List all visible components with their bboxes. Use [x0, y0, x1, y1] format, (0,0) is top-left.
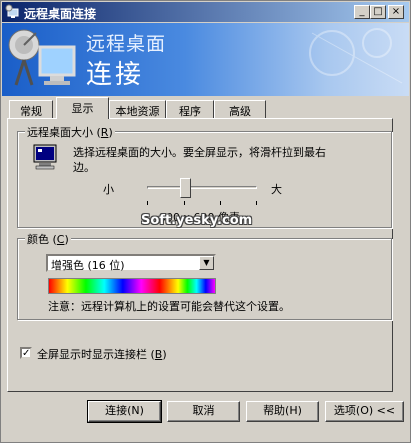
- color-note: 注意：远程计算机上的设置可能会替代这个设置。: [48, 300, 290, 313]
- color-spectrum-preview: [48, 278, 216, 294]
- fullscreen-bar-text: 全屏显示时显示连接栏 (: [37, 348, 155, 361]
- tab-general[interactable]: 常规: [9, 100, 53, 118]
- title-bar[interactable]: 远程桌面连接 _ □ ×: [2, 2, 409, 22]
- desktop-size-legend-text: 远程桌面大小 (: [27, 126, 101, 139]
- banner-title-line2: 连接: [86, 60, 145, 90]
- slider-tick: [256, 201, 257, 205]
- tab-display[interactable]: 显示: [56, 97, 109, 119]
- minimize-button[interactable]: _: [354, 5, 370, 19]
- color-depth-select[interactable]: 增强色 (16 位) ▼: [46, 254, 216, 272]
- options-button[interactable]: 选项(O) <<: [325, 401, 404, 422]
- slider-tick: [220, 201, 221, 205]
- remote-desktop-window: 远程桌面连接 _ □ × 远程桌面 连接 常规 显示 本地资源 程序 高级 远程…: [0, 0, 411, 443]
- banner-title-line1: 远程桌面: [86, 33, 167, 55]
- watermark: Soft.yesky.com: [141, 213, 253, 228]
- size-description-line1: 选择远程桌面的大小。要全屏显示，将滑杆拉到最右: [73, 146, 326, 159]
- monitor-satellite-icon: [8, 29, 76, 86]
- close-button[interactable]: ×: [388, 5, 404, 19]
- help-button[interactable]: 帮助(H): [246, 401, 319, 422]
- color-legend-text: 颜色 (: [27, 233, 57, 246]
- connect-button[interactable]: 连接(N): [87, 400, 162, 423]
- cancel-button[interactable]: 取消: [167, 401, 240, 422]
- tab-advanced[interactable]: 高级: [214, 100, 266, 118]
- desktop-size-legend-end: ): [108, 126, 113, 139]
- maximize-button[interactable]: □: [370, 5, 386, 19]
- slider-max-label: 大: [271, 183, 282, 196]
- size-slider-track[interactable]: [147, 186, 257, 189]
- chevron-down-icon[interactable]: ▼: [199, 256, 214, 270]
- size-slider-thumb[interactable]: [180, 178, 191, 198]
- fullscreen-bar-label[interactable]: 全屏显示时显示连接栏 (B): [37, 346, 167, 362]
- window-title: 远程桌面连接: [24, 7, 97, 21]
- header-banner: 远程桌面 连接: [2, 23, 409, 96]
- color-depth-value: 增强色 (16 位): [51, 259, 125, 272]
- tab-programs[interactable]: 程序: [166, 100, 214, 118]
- slider-tick: [184, 201, 185, 205]
- remote-desktop-icon: [5, 4, 19, 18]
- slider-min-label: 小: [103, 183, 114, 196]
- fullscreen-bar-end: ): [162, 348, 167, 361]
- monitor-icon: [33, 144, 57, 170]
- slider-tick: [147, 201, 148, 205]
- fullscreen-bar-checkbox[interactable]: ✓: [20, 347, 32, 359]
- color-legend: 颜色 (C): [25, 231, 71, 247]
- decorative-sparkle-graphic: [309, 28, 403, 84]
- desktop-size-legend: 远程桌面大小 (R): [25, 124, 115, 140]
- color-legend-end: ): [64, 233, 69, 246]
- tab-local-resources[interactable]: 本地资源: [109, 100, 166, 118]
- size-description-line2: 边。: [73, 161, 95, 174]
